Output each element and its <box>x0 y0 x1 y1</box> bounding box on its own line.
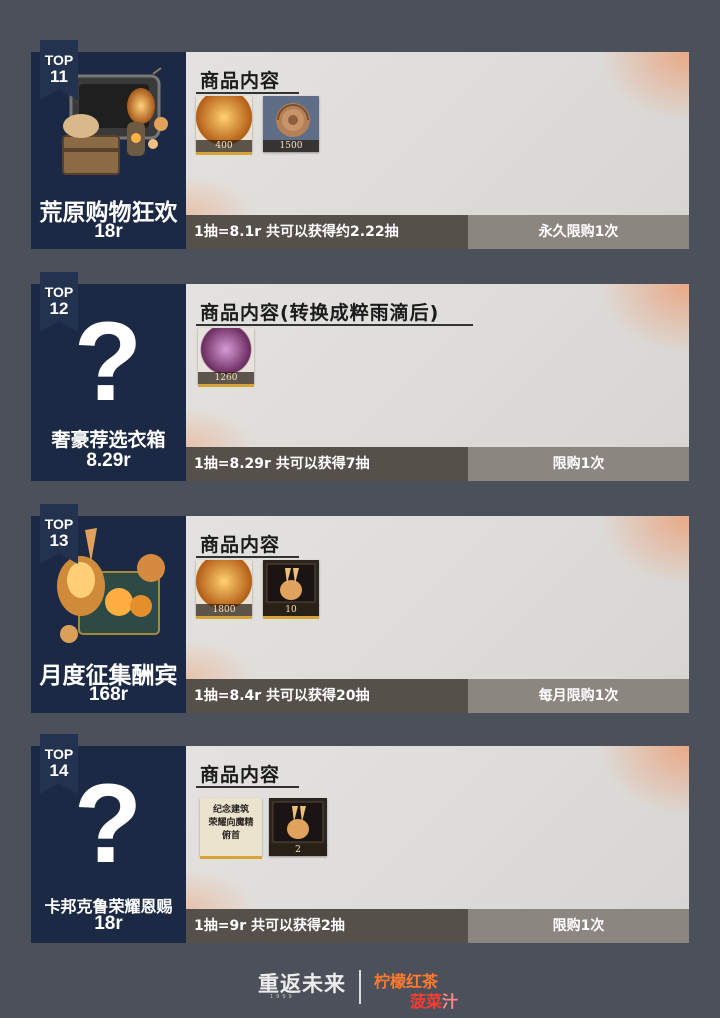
item-quantity: 2 <box>269 844 327 856</box>
title-underline <box>196 324 473 326</box>
title-underline <box>196 556 299 558</box>
item-quantity: 10 <box>263 604 319 616</box>
commemorative-text: 纪念建筑 荣耀向魔精 俯首 <box>208 805 254 841</box>
item-quantity: 1800 <box>196 604 252 616</box>
card-top14: ? 卡邦克鲁荣耀恩赐 18r TOP 14 商品内容 纪念建筑 荣耀向魔精 俯首… <box>31 734 689 943</box>
content-panel: 商品内容 1800 10 <box>186 516 689 679</box>
section-title: 商品内容 <box>200 70 281 92</box>
draw-rate-text: 1抽=9r 共可以获得2抽 <box>186 909 468 943</box>
card-top13: 月度征集酬宾 168r TOP 13 商品内容 1800 10 1抽=8.4r … <box>31 504 689 713</box>
section-title: 商品内容(转换成粹雨滴后) <box>200 302 440 324</box>
item-quantity: 1500 <box>263 140 319 152</box>
section-title: 商品内容 <box>200 764 281 786</box>
amber-gem-icon: 400 <box>196 96 252 155</box>
author-name-2: 菠菜汁 <box>410 992 459 1011</box>
content-panel: 商品内容(转换成粹雨滴后) 1260 <box>186 284 689 447</box>
item-price: 18r <box>94 221 123 242</box>
amber-gem-icon: 1800 <box>196 560 252 619</box>
footer: 重返未来 1999 柠檬红茶 菠菜汁 <box>0 962 720 1012</box>
item-price: 168r <box>88 684 129 705</box>
golden-rabbit-box-icon: 2 <box>269 798 327 856</box>
game-logo-subtitle: 1999 <box>270 994 295 1000</box>
purchase-limit-text: 永久限购1次 <box>468 215 689 249</box>
footer-divider <box>359 970 361 1004</box>
title-underline <box>196 92 299 94</box>
purchase-limit-text: 每月限购1次 <box>468 679 689 713</box>
content-panel: 商品内容 400 1500 <box>186 52 689 215</box>
section-title: 商品内容 <box>200 534 281 556</box>
card-top12: ? 奢豪荐选衣箱 8.29r TOP 12 商品内容(转换成粹雨滴后) 1260… <box>31 272 689 481</box>
item-quantity: 400 <box>196 140 252 152</box>
item-quantity: 1260 <box>198 372 254 384</box>
golden-rabbit-box-icon: 10 <box>263 560 319 619</box>
item-price: 8.29r <box>86 450 131 471</box>
item-name: 奢豪荐选衣箱 <box>51 429 166 451</box>
text-card-icon: 纪念建筑 荣耀向魔精 俯首 <box>200 798 262 859</box>
title-underline <box>196 786 299 788</box>
card-top11: 荒原购物狂欢 18r TOP 11 商品内容 400 1500 1抽=8.1r … <box>31 40 689 249</box>
purple-gem-icon: 1260 <box>198 328 254 387</box>
draw-rate-text: 1抽=8.4r 共可以获得20抽 <box>186 679 468 713</box>
item-price: 18r <box>94 913 123 934</box>
draw-rate-text: 1抽=8.1r 共可以获得约2.22抽 <box>186 215 468 249</box>
ammonite-fossil-icon: 1500 <box>263 96 319 152</box>
content-panel: 商品内容 纪念建筑 荣耀向魔精 俯首 2 <box>186 746 689 909</box>
draw-rate-text: 1抽=8.29r 共可以获得7抽 <box>186 447 468 481</box>
purchase-limit-text: 限购1次 <box>468 909 689 943</box>
purchase-limit-text: 限购1次 <box>468 447 689 481</box>
